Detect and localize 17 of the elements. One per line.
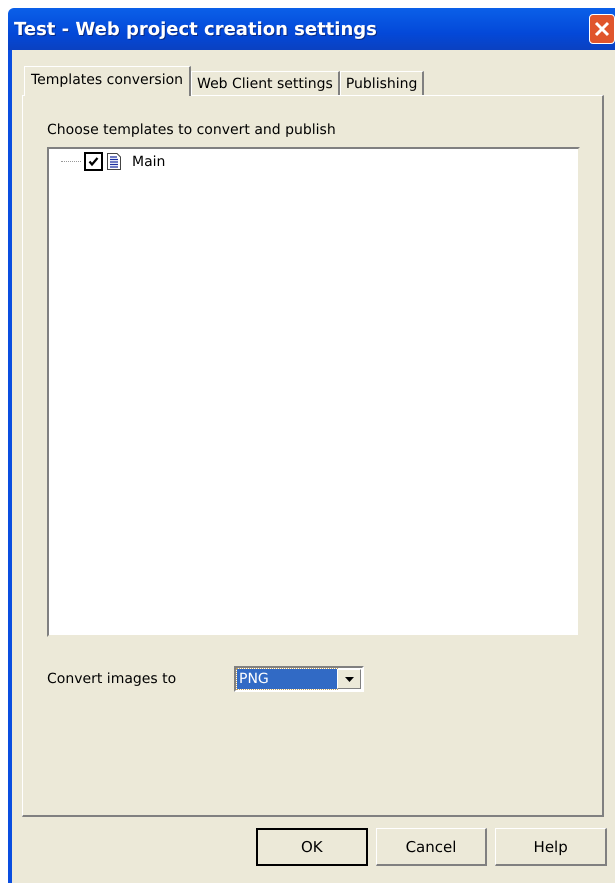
- tab[interactable]: Publishing: [340, 71, 424, 95]
- document-icon: [106, 152, 122, 171]
- tab[interactable]: Templates conversion: [24, 66, 192, 96]
- templates-label: Choose templates to convert and publish: [47, 122, 337, 138]
- dialog-button[interactable]: OK: [256, 828, 368, 866]
- caret-icon: [344, 676, 354, 682]
- convert-label: Convert images to: [47, 671, 178, 687]
- tree-item[interactable]: Main: [132, 154, 166, 170]
- dialog-button[interactable]: Cancel: [376, 828, 488, 866]
- checkbox[interactable]: [84, 152, 103, 171]
- check-icon: [87, 155, 100, 168]
- window-title: Test - Web project creation settings: [14, 18, 377, 40]
- close-button[interactable]: [589, 14, 615, 44]
- tab[interactable]: Web Client settings: [191, 71, 340, 95]
- dialog-button[interactable]: Help: [495, 828, 607, 866]
- close-icon: [593, 20, 611, 38]
- format-dropdown[interactable]: PNG: [234, 666, 364, 692]
